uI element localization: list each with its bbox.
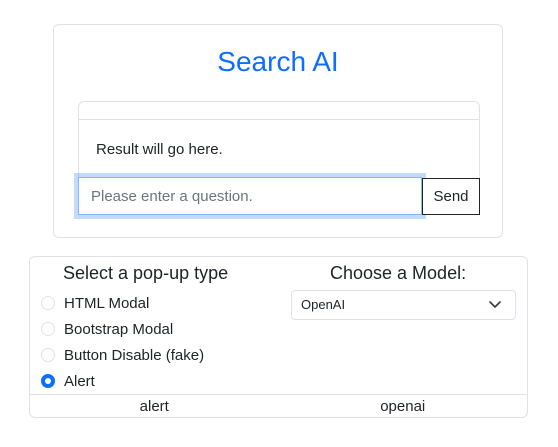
radio-button-disable[interactable]: Button Disable (fake) — [41, 345, 204, 365]
model-value: openai — [380, 398, 426, 415]
model-select[interactable]: OpenAI — [291, 290, 516, 320]
radio-alert[interactable]: Alert — [41, 371, 95, 391]
radio-label: Button Disable (fake) — [64, 346, 205, 364]
model-title: Choose a Model: — [330, 263, 467, 283]
search-card: Search AI Result will go here. Send — [53, 24, 503, 238]
popup-type-title: Select a pop-up type — [63, 263, 229, 283]
radio-button[interactable] — [41, 374, 55, 388]
page-title: Search AI — [217, 46, 339, 77]
radio-button[interactable] — [41, 296, 55, 310]
result-text: Result will go here. — [96, 141, 223, 158]
radio-label: Alert — [64, 372, 95, 390]
radio-label: Bootstrap Modal — [64, 320, 174, 338]
radio-label: HTML Modal — [64, 294, 150, 312]
chevron-down-icon — [489, 301, 501, 308]
model-select-value: OpenAI — [301, 297, 346, 312]
radio-button[interactable] — [41, 348, 55, 362]
status-row: alert openai — [30, 394, 527, 419]
send-button[interactable]: Send — [422, 178, 480, 215]
result-panel-header — [79, 102, 479, 120]
radio-button[interactable] — [41, 322, 55, 336]
radio-bootstrap-modal[interactable]: Bootstrap Modal — [41, 319, 173, 339]
radio-html-modal[interactable]: HTML Modal — [41, 293, 149, 313]
popup-type-value: alert — [139, 398, 169, 415]
question-input[interactable] — [78, 177, 422, 215]
options-card: Select a pop-up type Choose a Model: HTM… — [29, 256, 528, 418]
